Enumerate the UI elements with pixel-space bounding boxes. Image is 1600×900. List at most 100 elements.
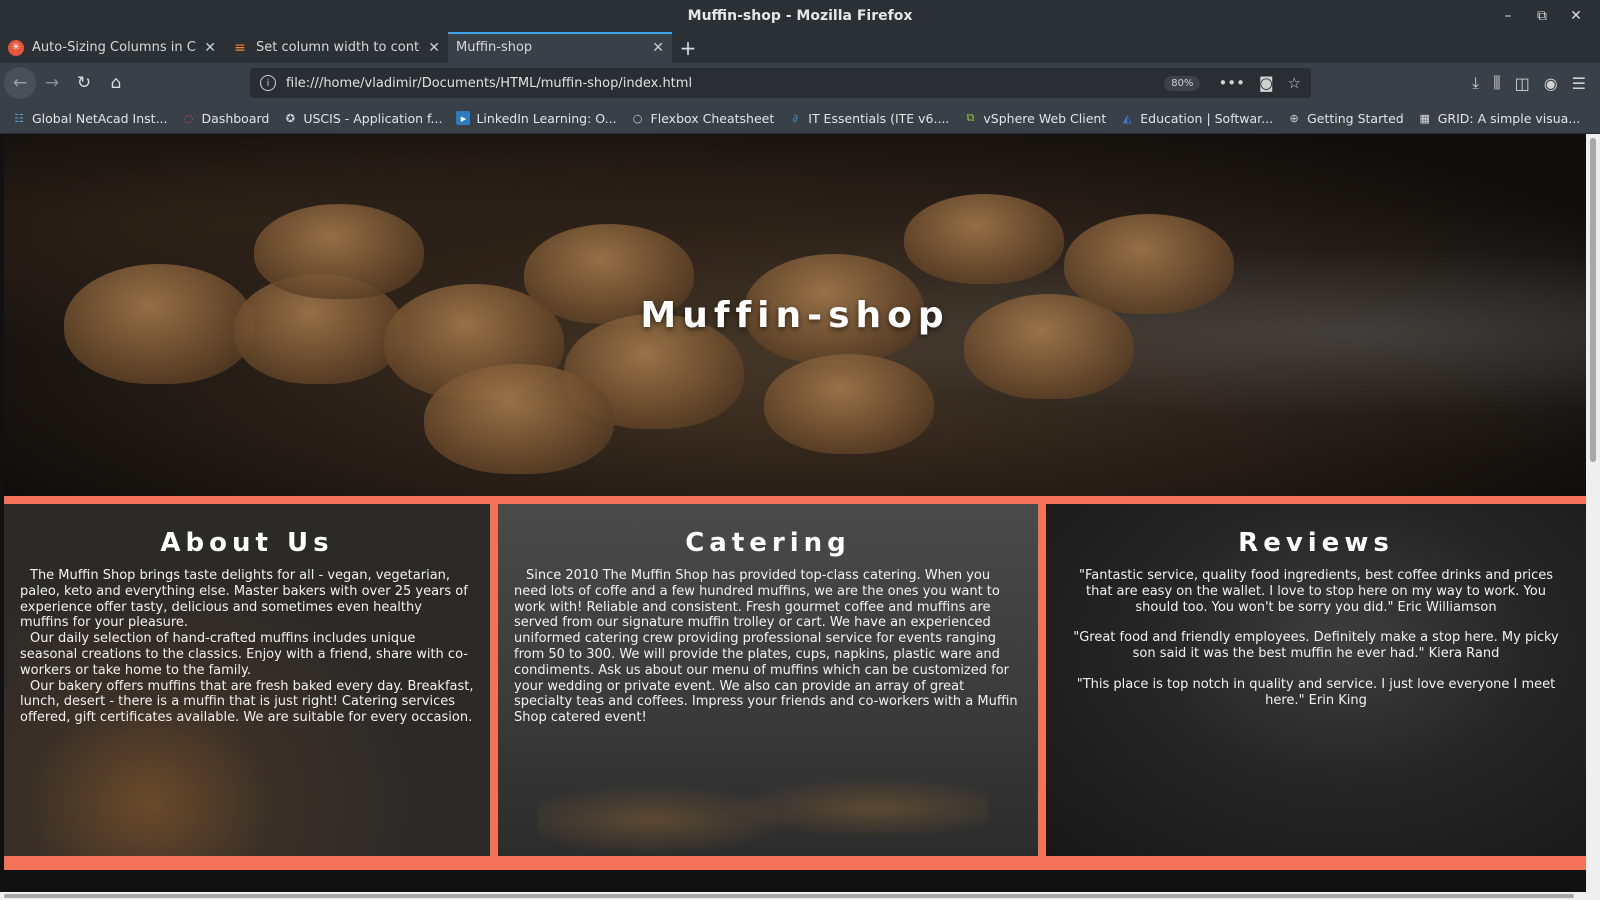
bookmark-star-icon[interactable]: ☆ bbox=[1288, 74, 1301, 92]
education-icon: ◭ bbox=[1123, 111, 1132, 125]
reviews-heading: Reviews bbox=[1238, 528, 1394, 558]
arrow-right-icon: → bbox=[44, 73, 60, 93]
muffin-image bbox=[1064, 214, 1234, 314]
tab-title: Auto-Sizing Columns in CSS G bbox=[32, 40, 196, 55]
minimize-icon[interactable]: – bbox=[1502, 8, 1514, 24]
about-paragraph: Our daily selection of hand-crafted muff… bbox=[20, 631, 468, 678]
about-heading: About Us bbox=[160, 528, 334, 558]
scrollbar-thumb[interactable] bbox=[1590, 138, 1596, 462]
url-text[interactable]: file:///home/vladimir/Documents/HTML/muf… bbox=[286, 76, 1164, 91]
window-controls: – ⧉ ✕ bbox=[1502, 0, 1582, 32]
maximize-icon[interactable]: ⧉ bbox=[1536, 8, 1548, 24]
downloads-icon[interactable]: ⤓ bbox=[1472, 73, 1479, 93]
navigation-toolbar: ← → ↻ ⌂ i file:///home/vladimir/Document… bbox=[0, 63, 1600, 103]
about-us-panel: About Us The Muffin Shop brings taste de… bbox=[4, 504, 490, 856]
account-icon[interactable]: ◉ bbox=[1544, 74, 1558, 93]
review-item: "This place is top notch in quality and … bbox=[1076, 676, 1556, 708]
toolbar-right-icons: ⤓ ⫼ ◫ ◉ ☰ bbox=[1472, 63, 1600, 103]
catering-text: Since 2010 The Muffin Shop has provided … bbox=[514, 568, 1018, 726]
url-bar[interactable]: i file:///home/vladimir/Documents/HTML/m… bbox=[250, 68, 1311, 98]
bookmark-label: Dashboard bbox=[201, 110, 270, 126]
close-tab-icon[interactable]: ✕ bbox=[428, 40, 440, 56]
plus-icon: + bbox=[679, 35, 697, 60]
bookmark-getting-started[interactable]: ⊕ Getting Started bbox=[1287, 110, 1404, 126]
muffin-image bbox=[764, 354, 934, 454]
tab-muffin-shop[interactable]: Muffin-shop ✕ bbox=[448, 32, 672, 63]
reload-button[interactable]: ↻ bbox=[68, 67, 100, 99]
bookmark-label: Education | Softwar... bbox=[1140, 110, 1274, 126]
bookmark-label: IT Essentials (ITE v6.... bbox=[808, 110, 950, 126]
menu-icon[interactable]: ☰ bbox=[1572, 74, 1586, 93]
vsphere-icon: ⧉ bbox=[966, 111, 975, 124]
muffin-image bbox=[254, 204, 424, 299]
stackoverflow-icon: ≡ bbox=[234, 39, 246, 56]
bookmark-label: USCIS - Application f... bbox=[303, 110, 443, 126]
window-title: Muffin-shop - Mozilla Firefox bbox=[687, 8, 913, 24]
bookmark-label: GRID: A simple visua... bbox=[1437, 110, 1581, 126]
ite-icon: ∂ bbox=[792, 111, 799, 125]
zoom-level-badge[interactable]: 80% bbox=[1164, 75, 1201, 91]
bookmark-education[interactable]: ◭ Education | Softwar... bbox=[1120, 111, 1273, 126]
tab-auto-sizing-columns[interactable]: ✳ Auto-Sizing Columns in CSS G ✕ bbox=[0, 32, 224, 63]
vertical-scrollbar[interactable] bbox=[1586, 134, 1600, 900]
bookmark-label: Flexbox Cheatsheet bbox=[650, 110, 775, 126]
catering-heading: Catering bbox=[685, 528, 851, 558]
hero-banner: Muffin-shop bbox=[4, 134, 1586, 496]
bookmark-label: vSphere Web Client bbox=[983, 110, 1107, 126]
bookmark-uscis[interactable]: ✪ USCIS - Application f... bbox=[283, 110, 443, 126]
muffin-image bbox=[64, 264, 254, 384]
netacad-icon: ☷ bbox=[14, 111, 24, 125]
arrow-left-icon: ← bbox=[12, 73, 28, 93]
uscis-icon: ✪ bbox=[285, 111, 295, 125]
bookmark-grid[interactable]: ▦ GRID: A simple visua... bbox=[1418, 111, 1581, 126]
codepen-icon: ✳ bbox=[8, 39, 24, 56]
review-item: "Fantastic service, quality food ingredi… bbox=[1078, 568, 1554, 615]
globe-icon: ⊕ bbox=[1289, 111, 1299, 125]
hero-title: Muffin-shop bbox=[640, 294, 950, 336]
reload-icon: ↻ bbox=[76, 73, 92, 93]
sidebar-icon[interactable]: ◫ bbox=[1515, 74, 1530, 93]
site-info-icon[interactable]: i bbox=[260, 75, 276, 91]
bookmark-label: LinkedIn Learning: O... bbox=[476, 110, 617, 126]
page-actions-icon[interactable]: ••• bbox=[1218, 74, 1245, 92]
content-panels: About Us The Muffin Shop brings taste de… bbox=[4, 496, 1586, 870]
bookmark-dashboard[interactable]: ◌ Dashboard bbox=[182, 111, 270, 126]
muffin-image bbox=[424, 364, 614, 474]
bookmark-global-netacad[interactable]: ☷ Global NetAcad Inst... bbox=[12, 110, 168, 126]
tab-bar: ✳ Auto-Sizing Columns in CSS G ✕ ≡ Set c… bbox=[0, 32, 1600, 63]
reviews-panel: Reviews "Fantastic service, quality food… bbox=[1046, 504, 1586, 856]
pocket-icon[interactable]: ◙ bbox=[1259, 74, 1274, 92]
close-tab-icon[interactable]: ✕ bbox=[652, 40, 664, 56]
linkedin-icon: ▸ bbox=[456, 111, 471, 125]
about-paragraph: The Muffin Shop brings taste delights fo… bbox=[20, 568, 468, 631]
close-tab-icon[interactable]: ✕ bbox=[204, 40, 216, 56]
home-icon: ⌂ bbox=[110, 73, 122, 93]
bookmark-label: Getting Started bbox=[1307, 110, 1404, 126]
home-button[interactable]: ⌂ bbox=[100, 67, 132, 99]
new-tab-button[interactable]: + bbox=[672, 32, 704, 63]
review-item: "Great food and friendly employees. Defi… bbox=[1073, 630, 1559, 662]
close-window-icon[interactable]: ✕ bbox=[1570, 8, 1582, 24]
page-viewport: Muffin-shop About Us The Muffin Shop bri… bbox=[0, 134, 1600, 900]
library-icon[interactable]: ⫼ bbox=[1493, 73, 1500, 93]
bookmark-linkedin-learning[interactable]: ▸ LinkedIn Learning: O... bbox=[456, 110, 617, 126]
tab-title: Set column width to content l bbox=[256, 40, 420, 55]
catering-panel: Catering Since 2010 The Muffin Shop has … bbox=[498, 504, 1038, 856]
window-titlebar: Muffin-shop - Mozilla Firefox – ⧉ ✕ bbox=[0, 0, 1600, 32]
forward-button[interactable]: → bbox=[36, 67, 68, 99]
dashboard-icon: ◌ bbox=[183, 111, 194, 125]
tab-set-column-width[interactable]: ≡ Set column width to content l ✕ bbox=[224, 32, 448, 63]
bookmark-it-essentials[interactable]: ∂ IT Essentials (ITE v6.... bbox=[788, 111, 949, 126]
url-action-icons: ••• ◙ ☆ bbox=[1218, 74, 1301, 92]
grid-icon: ▦ bbox=[1419, 111, 1430, 125]
muffin-image bbox=[904, 194, 1064, 284]
bookmarks-toolbar: ☷ Global NetAcad Inst... ◌ Dashboard ✪ USCI… bbox=[0, 103, 1600, 134]
bookmark-flexbox-cheatsheet[interactable]: ○ Flexbox Cheatsheet bbox=[631, 111, 775, 126]
flexbox-icon: ○ bbox=[632, 111, 643, 125]
about-paragraph: Our bakery offers muffins that are fresh… bbox=[20, 678, 474, 726]
back-button[interactable]: ← bbox=[4, 67, 36, 99]
horizontal-scrollbar[interactable] bbox=[0, 892, 1586, 900]
bookmark-label: Global NetAcad Inst... bbox=[32, 110, 168, 126]
scrollbar-thumb[interactable] bbox=[4, 894, 1574, 898]
bookmark-vsphere[interactable]: ⧉ vSphere Web Client bbox=[963, 111, 1106, 126]
